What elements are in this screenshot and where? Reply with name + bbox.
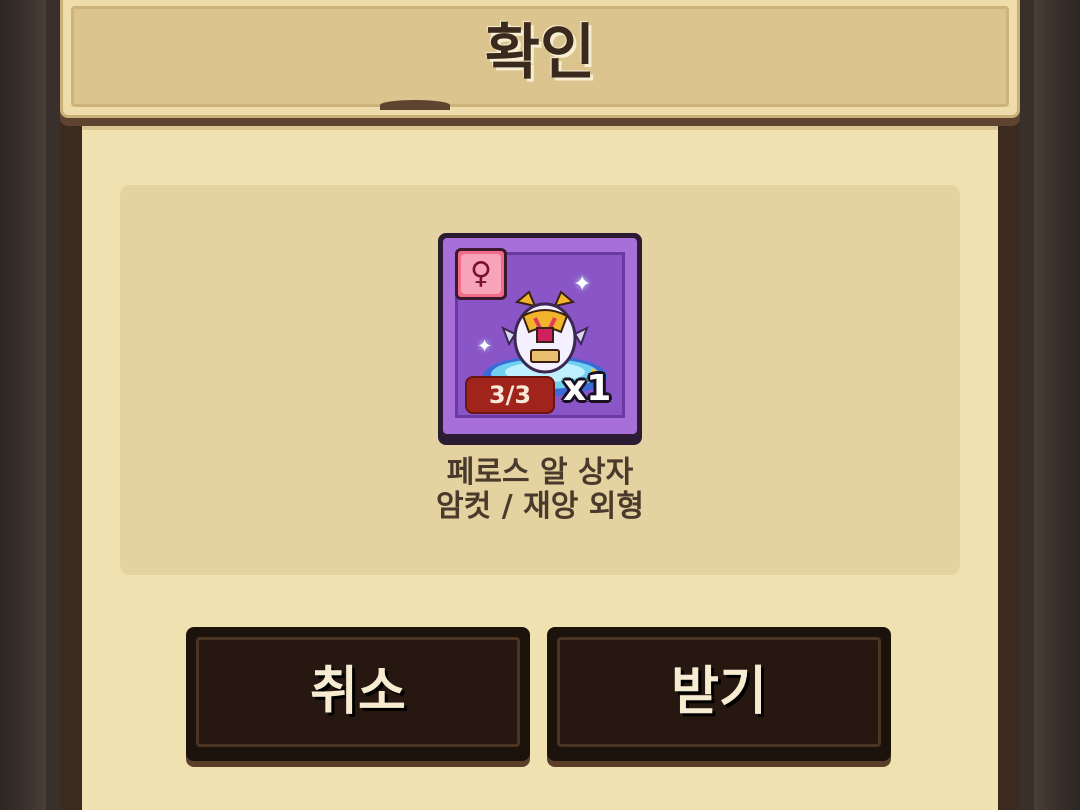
item-subname: 암컷 / 재앙 외형 (436, 489, 644, 524)
cancel-button[interactable]: 취소 (186, 627, 530, 761)
background-right-edge (1034, 0, 1080, 810)
background-left-edge (0, 0, 46, 810)
cancel-button-label: 취소 (310, 662, 406, 722)
sparkle-icon: ✦ (573, 272, 592, 297)
item-card[interactable]: ♀ ✦ ✦ 3/3 x1 (438, 233, 642, 445)
dialog-header: 확인 (60, 0, 1020, 118)
dialog-title: 확인 (484, 18, 596, 88)
sparkle-icon: ✦ (477, 336, 493, 357)
quantity-label: x1 (563, 368, 612, 409)
item-name: 페로스 알 상자 (446, 455, 634, 490)
cancel-button-face: 취소 (196, 637, 520, 747)
female-symbol-icon: ♀ (461, 254, 501, 294)
accept-button-label: 받기 (671, 662, 767, 722)
accept-button-face: 받기 (557, 637, 881, 747)
gender-badge: ♀ (455, 248, 507, 300)
header-notch (380, 100, 450, 110)
accept-button[interactable]: 받기 (547, 627, 891, 761)
item-card-background: ♀ ✦ ✦ 3/3 x1 (443, 238, 637, 434)
count-badge: 3/3 (465, 376, 555, 414)
